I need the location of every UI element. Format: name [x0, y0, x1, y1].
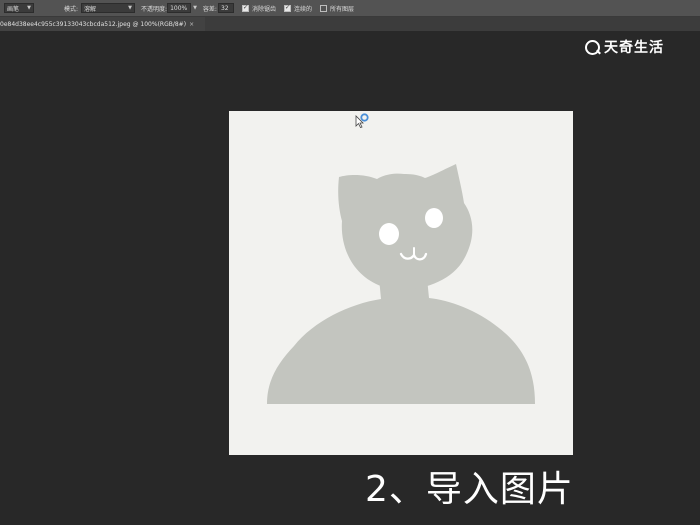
all-layers-label: 所有图层 — [329, 5, 354, 13]
opacity-value: 100% — [170, 4, 188, 12]
antialias-checkbox[interactable]: ✓ — [241, 4, 249, 12]
cat-character-illustration — [267, 164, 535, 404]
image-canvas[interactable] — [229, 111, 573, 455]
chevron-down-icon: ▼ — [27, 5, 31, 11]
tolerance-input[interactable]: 32 — [217, 3, 234, 13]
tool-preset-value: 画笔 — [7, 5, 20, 13]
cat-right-eye — [425, 208, 443, 228]
step-caption: 2、导入图片 — [365, 469, 574, 510]
document-tab-label: 0e84d38ee4c955c39133043cbcda512.jpeg @ 1… — [0, 20, 187, 28]
watermark-text: 天奇生活 — [604, 40, 664, 56]
cat-left-eye — [379, 223, 399, 245]
close-icon[interactable]: × — [189, 21, 194, 28]
opacity-label: 不透明度: — [141, 5, 168, 13]
search-icon — [585, 39, 600, 55]
tolerance-value: 32 — [220, 4, 229, 12]
tool-preset-select[interactable]: 画笔 ▼ — [4, 3, 34, 13]
options-bar: 画笔 ▼ 模式: 溶解 ▼ 不透明度: 100% ▼ 容差: 32 ✓ 消除锯齿… — [0, 0, 700, 17]
chevron-down-icon[interactable]: ▼ — [193, 5, 197, 11]
cat-head-shape — [338, 164, 473, 290]
watermark: 天奇生活 — [585, 37, 664, 57]
all-layers-checkbox[interactable] — [319, 4, 327, 12]
contiguous-label: 连续的 — [293, 5, 312, 13]
document-tab[interactable]: 0e84d38ee4c955c39133043cbcda512.jpeg @ 1… — [0, 17, 205, 31]
opacity-input[interactable]: 100% — [167, 3, 192, 13]
chevron-down-icon: ▼ — [128, 5, 133, 11]
mode-label: 模式: — [64, 5, 79, 13]
mode-select[interactable]: 溶解 ▼ — [81, 3, 136, 13]
cat-body-shape — [267, 278, 535, 404]
document-tab-bar: 0e84d38ee4c955c39133043cbcda512.jpeg @ 1… — [0, 17, 700, 31]
contiguous-checkbox[interactable]: ✓ — [283, 4, 291, 12]
antialias-label: 消除锯齿 — [251, 5, 276, 13]
tolerance-label: 容差: — [202, 5, 217, 13]
mode-value: 溶解 — [84, 5, 97, 13]
loading-cursor-icon — [355, 113, 369, 133]
